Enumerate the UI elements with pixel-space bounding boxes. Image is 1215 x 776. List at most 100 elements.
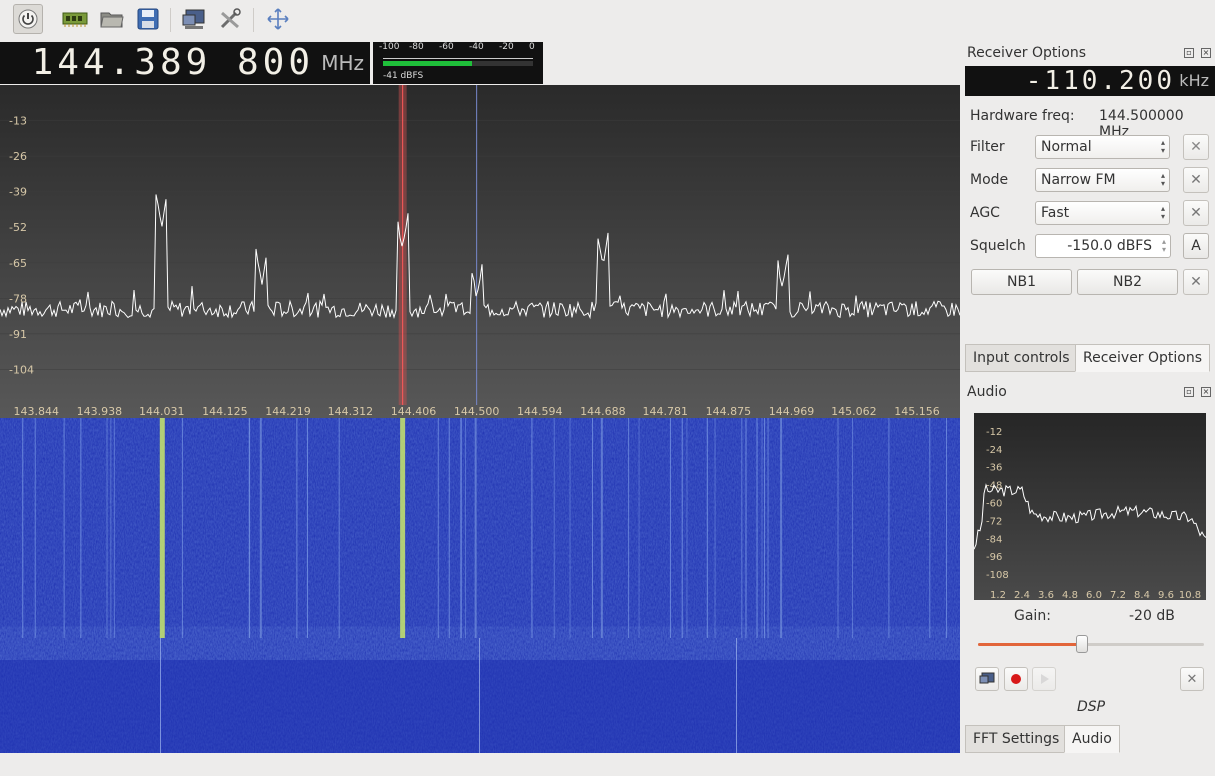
x-tick-label: 145.156 bbox=[894, 405, 940, 418]
agc-options-button[interactable]: ✕ bbox=[1183, 200, 1209, 226]
float-dock-icon[interactable]: ▫ bbox=[1184, 48, 1194, 58]
waterfall-display[interactable] bbox=[0, 418, 960, 753]
mode-options-button[interactable]: ✕ bbox=[1183, 167, 1209, 193]
audio-x-ticks: 1.2 2.4 3.6 4.8 6.0 7.2 8.4 9.6 10.8 bbox=[990, 590, 1201, 600]
agc-select-value: Fast bbox=[1041, 205, 1070, 221]
tab-audio[interactable]: Audio bbox=[1064, 725, 1120, 753]
receiver-offset-value[interactable]: -110.200 bbox=[1026, 66, 1175, 96]
x-tick-label: 144.781 bbox=[643, 405, 689, 418]
plot-background bbox=[0, 85, 960, 418]
tools-icon: ✕ bbox=[1190, 172, 1202, 188]
noise-blanker-options-button[interactable]: ✕ bbox=[1183, 269, 1209, 295]
squelch-spinbox[interactable]: -150.0 dBFS ▴ ▾ bbox=[1035, 234, 1171, 258]
waterfall-carrier-trace bbox=[706, 418, 708, 638]
gain-slider-handle[interactable] bbox=[1075, 635, 1088, 653]
x-tick-label: 144.312 bbox=[328, 405, 374, 418]
waterfall-carrier-trace bbox=[745, 418, 747, 638]
frequency-display[interactable]: 144.389 800 MHz bbox=[0, 42, 370, 84]
hardware-freq-label: Hardware freq: bbox=[970, 108, 1075, 124]
nb1-button[interactable]: NB1 bbox=[971, 269, 1072, 295]
udp-stream-button[interactable] bbox=[975, 667, 999, 691]
waterfall-carrier-trace bbox=[929, 418, 931, 638]
waterfall-carrier-trace bbox=[767, 418, 769, 638]
play-button[interactable] bbox=[1032, 667, 1056, 691]
tab-input-controls[interactable]: Input controls bbox=[965, 344, 1078, 372]
audio-y-tick-label: -36 bbox=[986, 463, 1002, 474]
receiver-offset-display[interactable]: -110.200 kHz bbox=[965, 66, 1215, 96]
agc-select[interactable]: Fast ▴ ▾ bbox=[1035, 201, 1170, 225]
x-tick-label: 143.844 bbox=[14, 405, 60, 418]
record-button[interactable] bbox=[1004, 667, 1028, 691]
meter-scale: -100 -80 -60 -40 -20 0 bbox=[379, 42, 537, 54]
x-tick-label: 144.500 bbox=[454, 405, 500, 418]
audio-x-tick-label: 2.4 bbox=[1014, 590, 1030, 600]
folder-icon bbox=[100, 12, 124, 28]
spin-arrows-icon: ▴ ▾ bbox=[1160, 138, 1165, 155]
waterfall-carrier-trace bbox=[638, 418, 640, 638]
x-tick-label: 144.031 bbox=[139, 405, 185, 418]
y-tick-label: -26 bbox=[9, 150, 27, 163]
audio-plot-background bbox=[974, 413, 1206, 600]
waterfall-signal-trace bbox=[600, 418, 603, 638]
waterfall-carrier-trace bbox=[80, 418, 82, 638]
remote-control-button[interactable] bbox=[179, 4, 209, 34]
filter-select[interactable]: Normal ▴ ▾ bbox=[1035, 135, 1170, 159]
gain-slider-fill bbox=[978, 643, 1082, 646]
toolbar-separator bbox=[253, 8, 254, 32]
waterfall-carrier-trace bbox=[837, 418, 839, 638]
close-dock-icon[interactable]: × bbox=[1201, 48, 1211, 58]
waterfall-carrier-trace bbox=[437, 418, 439, 638]
waterfall-signal-trace bbox=[159, 418, 165, 638]
waterfall-carrier-trace bbox=[106, 418, 108, 638]
waterfall-carrier-trace bbox=[628, 418, 630, 638]
waterfall-signal-trace bbox=[400, 418, 406, 638]
agc-label: AGC bbox=[970, 205, 1000, 221]
float-dock-icon[interactable]: ▫ bbox=[1184, 387, 1194, 397]
tab-receiver-options[interactable]: Receiver Options bbox=[1075, 344, 1211, 372]
audio-options-button[interactable]: ✕ bbox=[1180, 667, 1204, 691]
arrows-expand-icon bbox=[267, 8, 289, 30]
gain-label: Gain: bbox=[1014, 608, 1051, 624]
spectrum-plot[interactable]: -13 -26 -39 -52 -65 -78 -91 -104 143.844 143.938… bbox=[0, 85, 960, 418]
waterfall-carrier-trace bbox=[761, 418, 763, 638]
fullscreen-button[interactable] bbox=[263, 4, 293, 34]
tools-icon bbox=[220, 8, 241, 29]
waterfall-carrier-trace bbox=[113, 418, 115, 638]
open-settings-button[interactable] bbox=[97, 4, 127, 34]
play-icon bbox=[1041, 674, 1049, 684]
waterfall-carrier-trace bbox=[591, 418, 593, 638]
waterfall-carrier-trace bbox=[669, 418, 671, 638]
audio-x-tick-label: 10.8 bbox=[1179, 590, 1201, 600]
start-stop-button[interactable] bbox=[13, 4, 43, 34]
main-toolbar bbox=[0, 0, 1215, 40]
squelch-auto-button[interactable]: A bbox=[1183, 233, 1209, 259]
meter-scale-tick: -100 bbox=[379, 42, 400, 52]
monitor-icon bbox=[182, 9, 205, 29]
configure-button[interactable] bbox=[215, 4, 245, 34]
tab-fft-settings[interactable]: FFT Settings bbox=[965, 725, 1068, 753]
waterfall-carrier-trace bbox=[736, 638, 737, 753]
meter-scale-line bbox=[383, 58, 533, 59]
nb2-button[interactable]: NB2 bbox=[1077, 269, 1178, 295]
monitor-icon bbox=[979, 672, 995, 684]
mode-select[interactable]: Narrow FM ▴ ▾ bbox=[1035, 168, 1170, 192]
waterfall-carrier-trace bbox=[852, 418, 854, 638]
frequency-value[interactable]: 144.389 800 bbox=[32, 42, 314, 84]
device-config-button[interactable] bbox=[60, 4, 90, 34]
filter-options-button[interactable]: ✕ bbox=[1183, 134, 1209, 160]
x-tick-label: 144.219 bbox=[265, 405, 311, 418]
spin-arrows-icon[interactable]: ▴ ▾ bbox=[1162, 238, 1166, 254]
save-settings-button[interactable] bbox=[133, 4, 163, 34]
audio-x-tick-label: 7.2 bbox=[1110, 590, 1126, 600]
waterfall-signal-trace bbox=[780, 418, 783, 638]
close-dock-icon[interactable]: × bbox=[1201, 387, 1211, 397]
y-tick-label: -13 bbox=[9, 115, 27, 128]
audio-x-tick-label: 3.6 bbox=[1038, 590, 1054, 600]
audio-y-tick-label: -60 bbox=[986, 498, 1002, 509]
squelch-value[interactable]: -150.0 dBFS bbox=[1067, 238, 1152, 254]
hardware-board-icon bbox=[62, 12, 88, 27]
mode-select-value: Narrow FM bbox=[1041, 172, 1116, 188]
waterfall-carrier-trace bbox=[34, 418, 36, 638]
meter-scale-tick: -40 bbox=[469, 42, 484, 52]
power-icon bbox=[18, 9, 38, 29]
